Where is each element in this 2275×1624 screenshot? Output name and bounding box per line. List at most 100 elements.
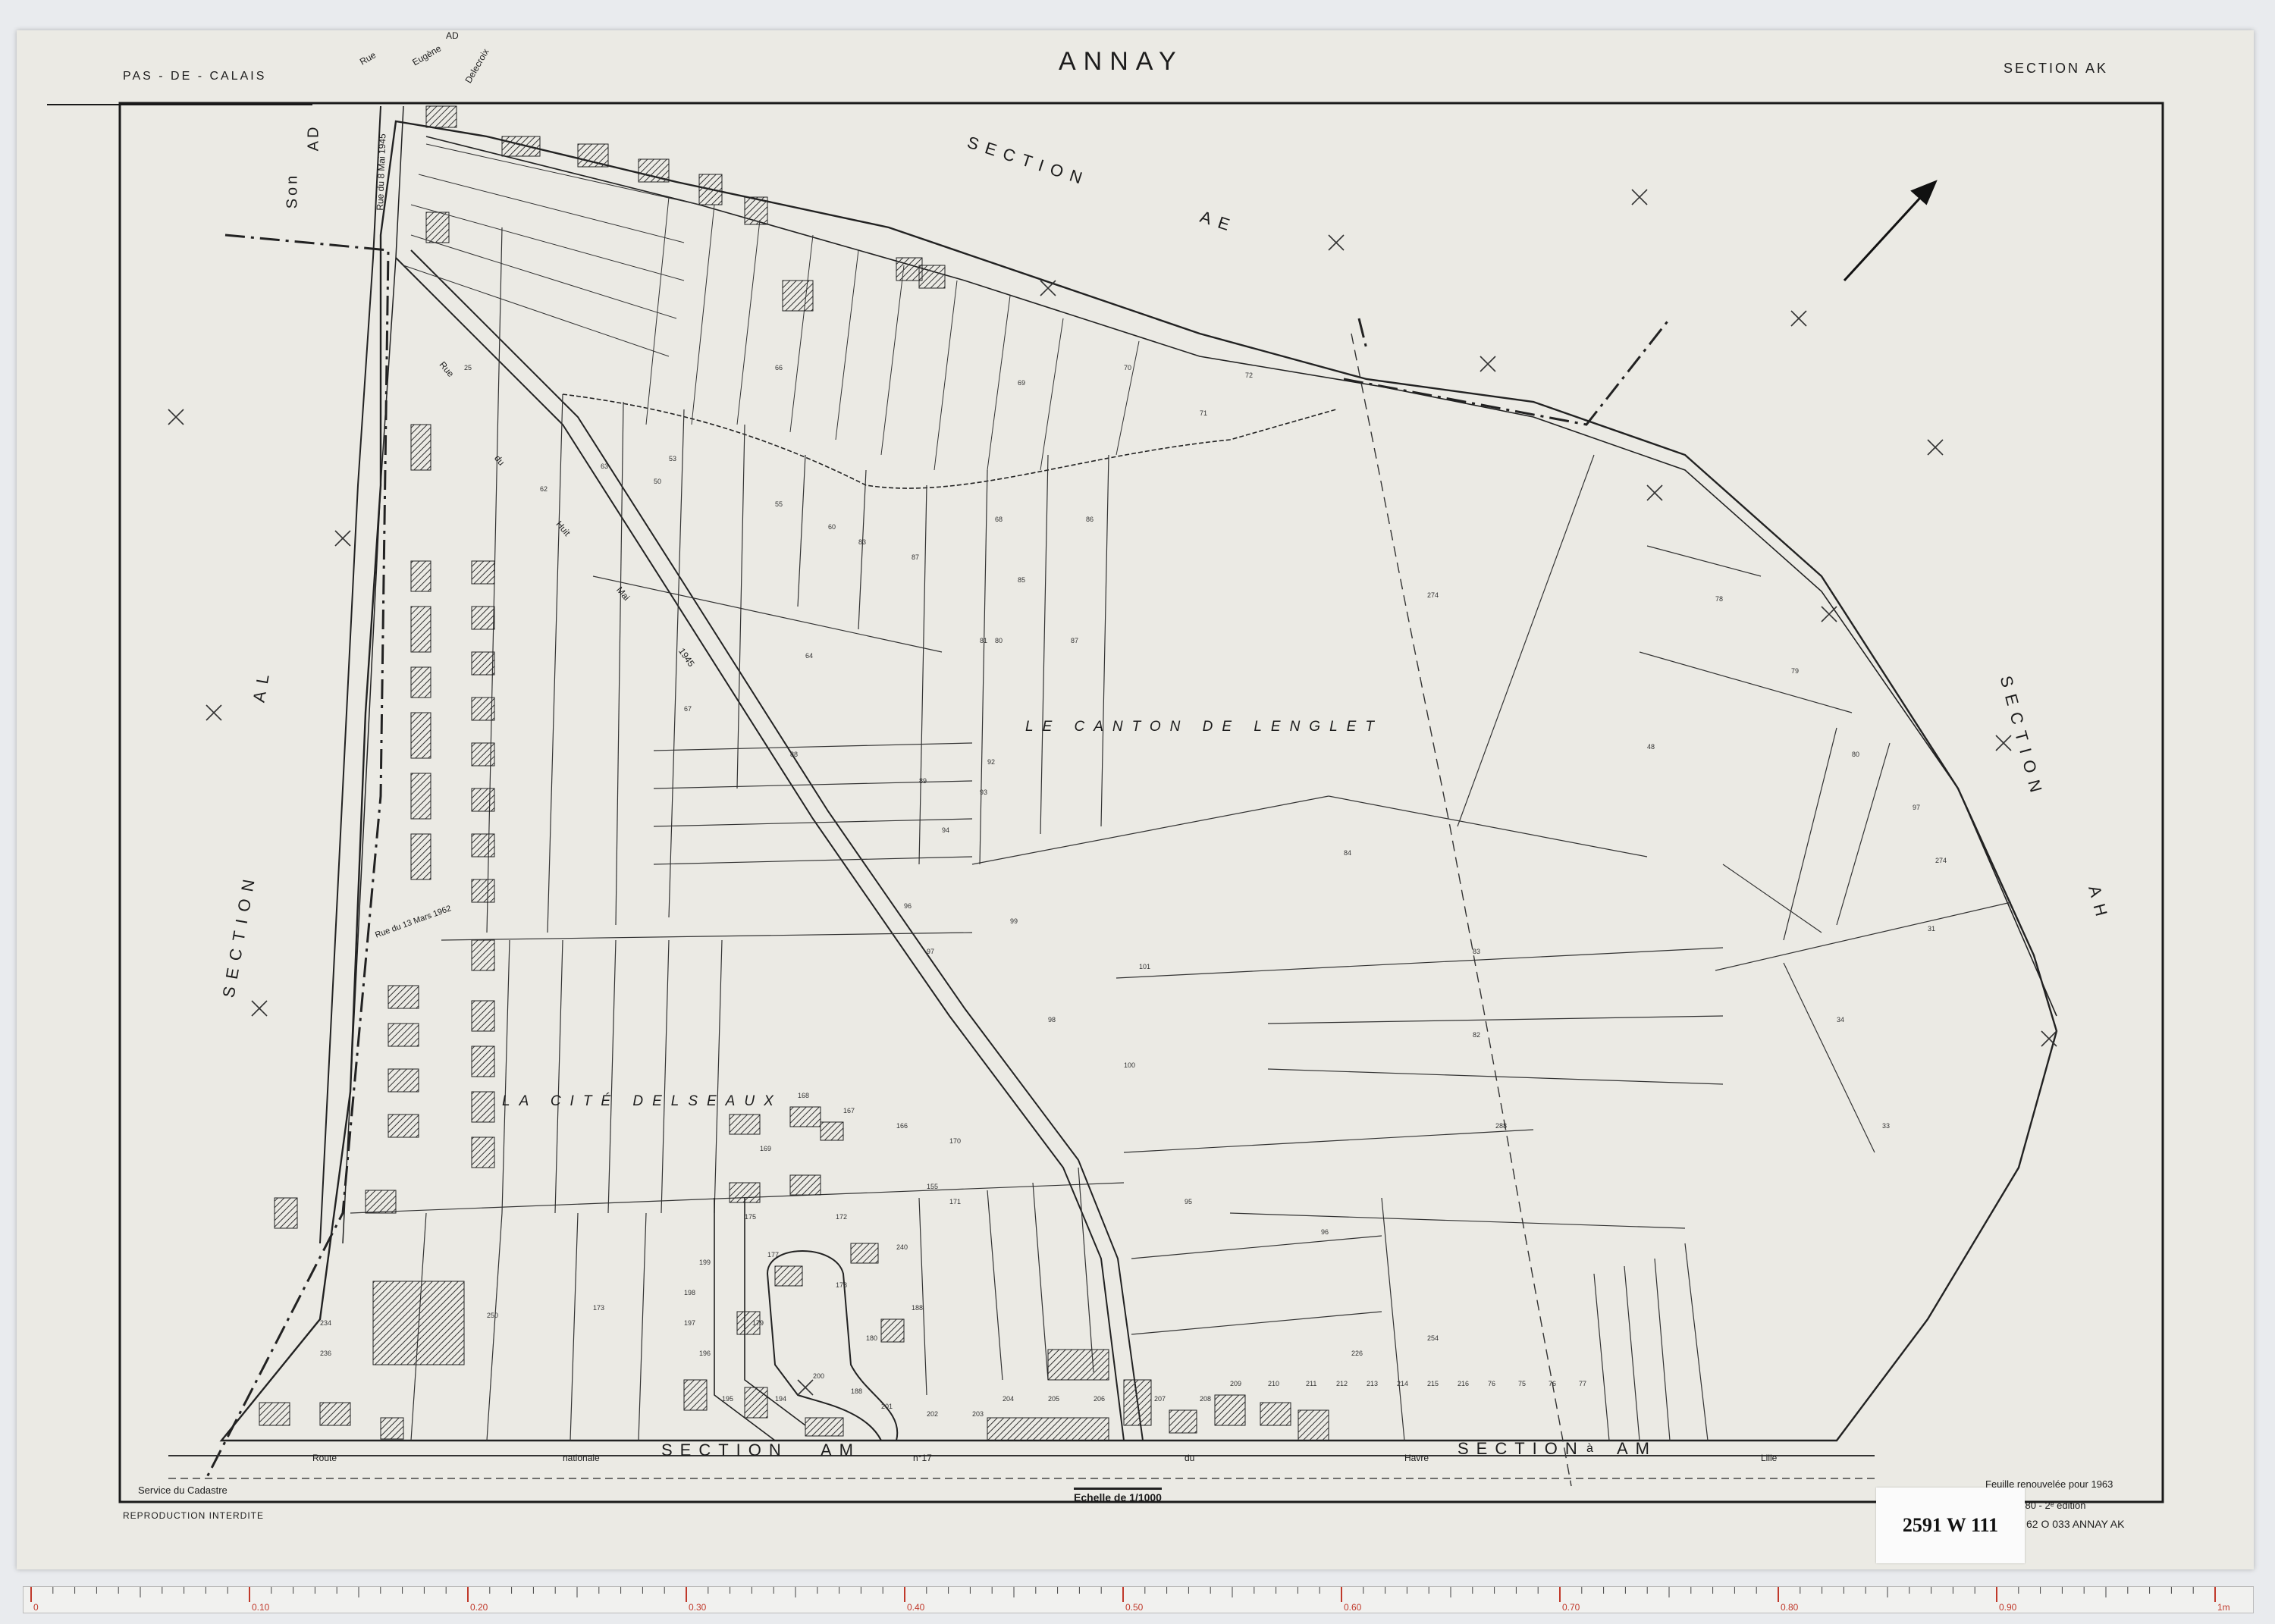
parcel-number: 196 [699,1350,711,1357]
parcel-number: 83 [1473,948,1481,955]
commune-title: ANNAY [1059,47,1184,76]
parcel-number: 95 [1185,1198,1193,1205]
parcel-number: 93 [980,788,988,796]
parcel-number: 80 [1852,751,1860,758]
ruler-label: 0.70 [1562,1602,1580,1613]
parcel-number: 88 [790,751,799,758]
parcel-number: 197 [684,1319,696,1327]
reproduction-notice: REPRODUCTION INTERDITE [123,1510,265,1521]
parcel-number: 215 [1427,1380,1439,1387]
parcel-number: 64 [805,652,814,660]
parcel-number: 274 [1935,857,1947,864]
ruler-label: 1m [2217,1602,2230,1613]
cadastral-sheet: PAS - DE - CALAIS ANNAY SECTION AK SECTI… [17,30,2254,1569]
parcel-number: 80 [995,637,1003,644]
parcel-number: 92 [987,758,996,766]
village-strips [403,143,1140,471]
section-am-label: SECTION [661,1441,789,1459]
parcel-number: 87 [912,553,920,561]
parcel-number: 212 [1336,1380,1348,1387]
parcel-number: 98 [1048,1016,1056,1024]
parcel-number: 79 [1791,667,1800,675]
rue-huit-mai [395,257,1125,1441]
measuring-ruler: 0 0.10 0.20 0.30 0.40 0.50 0.60 0.70 0.80 0.90 1m [23,1586,2254,1613]
parcel-number: 250 [487,1312,499,1319]
service-label: Service du Cadastre [138,1484,228,1496]
ruler-label: 0.10 [252,1602,270,1613]
parcel-number: 81 [980,637,988,644]
archive-label: 2591 W 111 [1876,1488,2025,1563]
scale-label: Echelle de 1/1000 [1074,1488,1162,1503]
street-route: Route [312,1453,337,1463]
parcel-number: 288 [1495,1122,1508,1130]
parcel-number: 68 [995,516,1003,523]
parcel-number: 33 [1882,1122,1891,1130]
parcel-number: 194 [775,1395,787,1403]
parcel-number: 254 [1427,1334,1439,1342]
parcel-number: 75 [1518,1380,1527,1387]
parcel-number: 31 [1928,925,1936,933]
parcel-number: 85 [1018,576,1026,584]
parcel-number: 210 [1268,1380,1280,1387]
parcel-number: 84 [1344,849,1352,857]
ruler-graduations: 0 0.10 0.20 0.30 0.40 0.50 0.60 0.70 0.80 0.90 1m [30,1587,2230,1613]
parcel-number: 167 [843,1107,855,1115]
parcel-number: 69 [1018,379,1026,387]
parcel-number: 226 [1351,1350,1363,1357]
parcel-number: 213 [1367,1380,1379,1387]
section-am2-label: SECTION [1458,1439,1585,1458]
parcel-number: 62 [540,485,548,493]
street-a: à [1586,1442,1593,1455]
parcel-number: 48 [1647,743,1655,751]
parcel-number: 94 [942,826,950,834]
street-lille: Lille [1761,1453,1778,1463]
parcel-number: 86 [1086,516,1094,523]
parcel-number: 101 [1139,963,1151,970]
parcel-number: 155 [927,1183,939,1190]
street-havre: Havre [1404,1453,1429,1463]
parcel-number: 274 [1427,591,1439,599]
parcel-number: 209 [1230,1380,1242,1387]
parcel-number: 204 [1003,1395,1015,1403]
parcel-number: 173 [593,1304,605,1312]
parcel-number: 100 [1124,1061,1136,1069]
cadastral-map [47,102,2164,1503]
parcel-number: 166 [896,1122,908,1130]
ruler-label: 0 [33,1602,39,1613]
parcel-number: 206 [1094,1395,1106,1403]
locality-cite-delseaux: LA CITÉ DELSEAUX [502,1093,783,1109]
parcel-number: 50 [654,478,662,485]
rue-huit-mai-edge [410,249,1144,1441]
parcel-number: 89 [919,777,927,785]
section-ad-code: AD [305,124,322,152]
parcel-number: 203 [972,1410,984,1418]
parcel-number: 168 [798,1092,810,1099]
parcel-number: 99 [1010,917,1018,925]
parcel-number: 216 [1458,1380,1470,1387]
parcel-number: 97 [927,948,935,955]
parcel-number: 55 [775,500,783,508]
north-arrow-icon [1843,180,1938,282]
parcel-number: 170 [949,1137,962,1145]
parcel-number: 53 [669,455,677,462]
parcel-number: 236 [320,1350,332,1357]
parcel-number: 240 [896,1243,908,1251]
street-n17: n°17 [913,1453,932,1463]
parcel-number: 70 [1124,364,1132,372]
chemin-top [425,136,1534,418]
parcel-number: 82 [1473,1031,1481,1039]
parcel-number: 63 [601,462,609,470]
street-du-havre: du [1185,1453,1195,1463]
parcel-number: 195 [722,1395,734,1403]
parcel-number: 188 [851,1387,863,1395]
parcel-number: 25 [464,364,472,372]
parcel-number: 207 [1154,1395,1166,1403]
parcel-number: 175 [745,1213,757,1221]
department-label: PAS - DE - CALAIS [123,70,267,83]
survey-line [1351,333,1572,1487]
parcel-number: 178 [836,1281,848,1289]
parcel-number: 179 [752,1319,764,1327]
parcel-number: 201 [881,1403,893,1410]
parcel-number: 96 [1321,1228,1329,1236]
parcel-number: 234 [320,1319,332,1327]
